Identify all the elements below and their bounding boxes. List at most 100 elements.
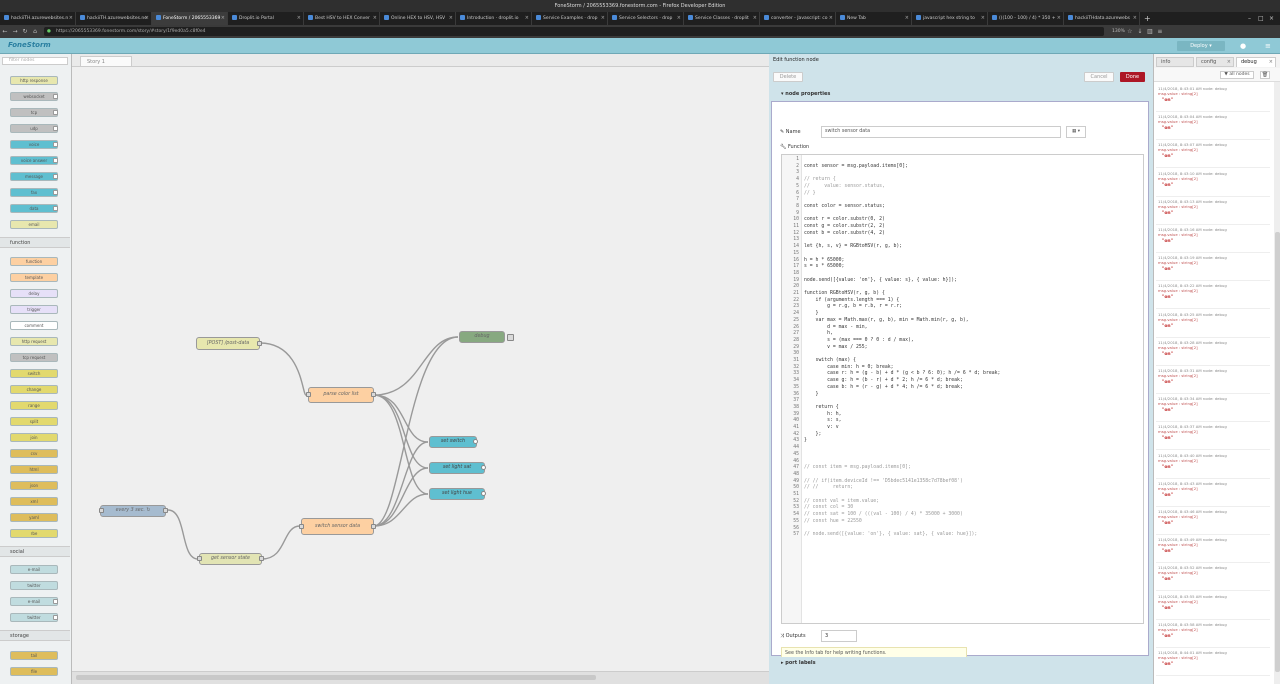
close-icon[interactable]: × [297, 12, 301, 25]
palette-node[interactable]: file [10, 667, 58, 676]
debug-message[interactable]: 11/4/2018, 8:43:04 AM node: debug msg.val… [1156, 112, 1270, 141]
palette-node[interactable]: http request [10, 337, 58, 346]
browser-tab[interactable]: Droplit.io Portal × [228, 12, 304, 25]
deploy-button[interactable]: Deploy ▾ [1177, 41, 1225, 51]
palette-node[interactable]: delay [10, 289, 58, 298]
debug-message[interactable]: 11/4/2018, 8:43:01 AM node: debug msg.val… [1156, 84, 1270, 112]
node-parse-color-list[interactable]: parse color list [306, 387, 376, 403]
flow-canvas[interactable]: [POST] /post-data parse color list debug… [72, 66, 769, 671]
palette-node[interactable]: split [10, 417, 58, 426]
node-properties-header[interactable]: ▾ node properties [771, 88, 1149, 100]
palette-node[interactable]: function [10, 257, 58, 266]
palette-node[interactable]: fax [10, 188, 58, 197]
node-set-light-sat[interactable]: set light sat [429, 462, 486, 474]
browser-tab[interactable]: javascript hex string to × [912, 12, 988, 25]
new-tab-button[interactable]: + [1140, 12, 1155, 25]
browser-tab[interactable]: Service Selectors · drop × [608, 12, 684, 25]
palette-node[interactable]: websocket [10, 92, 58, 101]
node-debug[interactable]: debug [459, 331, 514, 343]
palette-node[interactable]: trigger [10, 305, 58, 314]
debug-message[interactable]: 11/4/2018, 8:43:16 AM node: debug msg.val… [1156, 225, 1270, 253]
downloads-icon[interactable]: ↓ [1135, 28, 1145, 35]
debug-message[interactable]: 11/4/2018, 8:43:22 AM node: debug msg.val… [1156, 281, 1270, 310]
palette-node[interactable]: voice [10, 140, 58, 149]
icon-select-button[interactable]: ▦ ▾ [1066, 126, 1086, 138]
scroll-thumb[interactable] [76, 675, 596, 680]
palette-node[interactable]: twitter [10, 581, 58, 590]
filter-button[interactable]: ▼ all nodes [1220, 71, 1254, 79]
browser-tab-active[interactable]: FoneStorm / 2065553369 × [152, 12, 228, 25]
close-icon[interactable]: × [1057, 12, 1061, 25]
palette-node[interactable]: e-mail [10, 565, 58, 574]
palette-node[interactable]: xml [10, 497, 58, 506]
close-icon[interactable]: × [981, 12, 985, 25]
close-icon[interactable]: × [829, 12, 833, 25]
debug-message[interactable]: 11/4/2018, 8:43:25 AM node: debug msg.val… [1156, 310, 1270, 338]
maximize-icon[interactable]: □ [1258, 12, 1264, 25]
user-icon[interactable]: ● [1240, 41, 1248, 51]
zoom-level[interactable]: 130% [1112, 29, 1125, 34]
node-set-light-hue[interactable]: set light hue [429, 488, 486, 500]
palette-node[interactable]: rbe [10, 529, 58, 538]
debug-message[interactable]: 11/4/2018, 8:43:46 AM node: debug msg.val… [1156, 507, 1270, 535]
tab-config[interactable]: config × [1196, 57, 1234, 67]
palette-category-storage[interactable]: storage [0, 630, 70, 641]
browser-tab[interactable]: Best HSV to HEX Conver × [304, 12, 380, 25]
code-editor[interactable]: 1 2 3 4 5 6 7 8 9 10 11 12 13 14 15 16 17 18 19 20 21 22 23 24 2… [781, 154, 1144, 624]
debug-message[interactable]: 11/4/2018, 8:43:40 AM node: debug msg.val… [1156, 451, 1270, 479]
browser-tab[interactable]: (((100 - 100) / 4) * 350 + × [988, 12, 1064, 25]
browser-tab[interactable]: converter - Javascript: co × [760, 12, 836, 25]
close-icon[interactable]: × [601, 12, 605, 25]
outputs-stepper[interactable]: 3 [821, 630, 857, 642]
palette-node[interactable]: template [10, 273, 58, 282]
library-icon[interactable]: ▥ [1145, 28, 1155, 35]
close-icon[interactable]: × [145, 12, 149, 25]
close-icon[interactable]: × [1133, 12, 1137, 25]
palette-node[interactable]: udp [10, 124, 58, 133]
debug-message[interactable]: 11/4/2018, 8:43:58 AM node: debug msg.val… [1156, 620, 1270, 648]
close-window-icon[interactable]: × [1269, 12, 1274, 25]
palette-node[interactable]: tail [10, 651, 58, 660]
palette-node[interactable]: join [10, 433, 58, 442]
bookmark-icon[interactable]: ☆ [1125, 28, 1135, 35]
palette-category-function[interactable]: function [0, 237, 70, 248]
debug-message[interactable]: 11/4/2018, 8:43:43 AM node: debug msg.val… [1156, 479, 1270, 507]
browser-menu-icon[interactable]: ≡ [1155, 28, 1165, 35]
palette-node[interactable]: twitter [10, 613, 58, 622]
debug-message[interactable]: 11/4/2018, 8:43:34 AM node: debug msg.val… [1156, 394, 1270, 423]
close-icon[interactable]: × [525, 12, 529, 25]
palette-node[interactable]: voice answer [10, 156, 58, 165]
browser-tab[interactable]: hackiiTH.azurewebsites.ne × [76, 12, 152, 25]
close-icon[interactable]: × [69, 12, 73, 25]
close-icon[interactable]: × [1269, 58, 1273, 67]
home-icon[interactable]: ⌂ [30, 28, 40, 35]
palette-node[interactable]: switch [10, 369, 58, 378]
browser-tab[interactable]: Online HEX to HSV, HSV × [380, 12, 456, 25]
node-switch-sensor-data[interactable]: switch sensor data [299, 518, 376, 535]
browser-tab[interactable]: Introduction · droplit.io × [456, 12, 532, 25]
done-button[interactable]: Done [1120, 72, 1145, 82]
url-bar[interactable]: ● https://2065553369.fonestorm.com/story/… [44, 27, 1104, 36]
debug-scrollbar[interactable] [1274, 82, 1280, 684]
debug-message[interactable]: 11/4/2018, 8:43:28 AM node: debug msg.val… [1156, 338, 1270, 366]
palette-node[interactable]: data [10, 204, 58, 213]
palette-node[interactable]: tcp request [10, 353, 58, 362]
flow-tab[interactable]: Story 1 [80, 56, 132, 66]
browser-tab[interactable]: Service Examples · drop × [532, 12, 608, 25]
browser-tab[interactable]: Service Classes · droplit × [684, 12, 760, 25]
browser-tab[interactable]: hackiiTH.azurewebsites.n × [0, 12, 76, 25]
palette-node[interactable]: html [10, 465, 58, 474]
debug-message[interactable]: 11/4/2018, 8:43:13 AM node: debug msg.val… [1156, 197, 1270, 225]
close-icon[interactable]: × [449, 12, 453, 25]
debug-message[interactable]: 11/4/2018, 8:43:31 AM node: debug msg.val… [1156, 366, 1270, 394]
browser-tab[interactable]: hackiiTHdata.azurewebs × [1064, 12, 1140, 25]
debug-message[interactable]: 11/4/2018, 8:44:01 AM node: debug msg.val… [1156, 648, 1270, 676]
delete-button[interactable]: Delete [773, 72, 803, 82]
close-icon[interactable]: × [677, 12, 681, 25]
debug-message[interactable]: 11/4/2018, 8:43:10 AM node: debug msg.val… [1156, 169, 1270, 197]
debug-message[interactable]: 11/4/2018, 8:43:07 AM node: debug msg.val… [1156, 140, 1270, 169]
name-input[interactable]: switch sensor data [821, 126, 1061, 138]
debug-message[interactable]: 11/4/2018, 8:43:49 AM node: debug msg.val… [1156, 535, 1270, 564]
back-icon[interactable]: ← [0, 28, 10, 35]
debug-message[interactable]: 11/4/2018, 8:43:37 AM node: debug msg.val… [1156, 422, 1270, 451]
